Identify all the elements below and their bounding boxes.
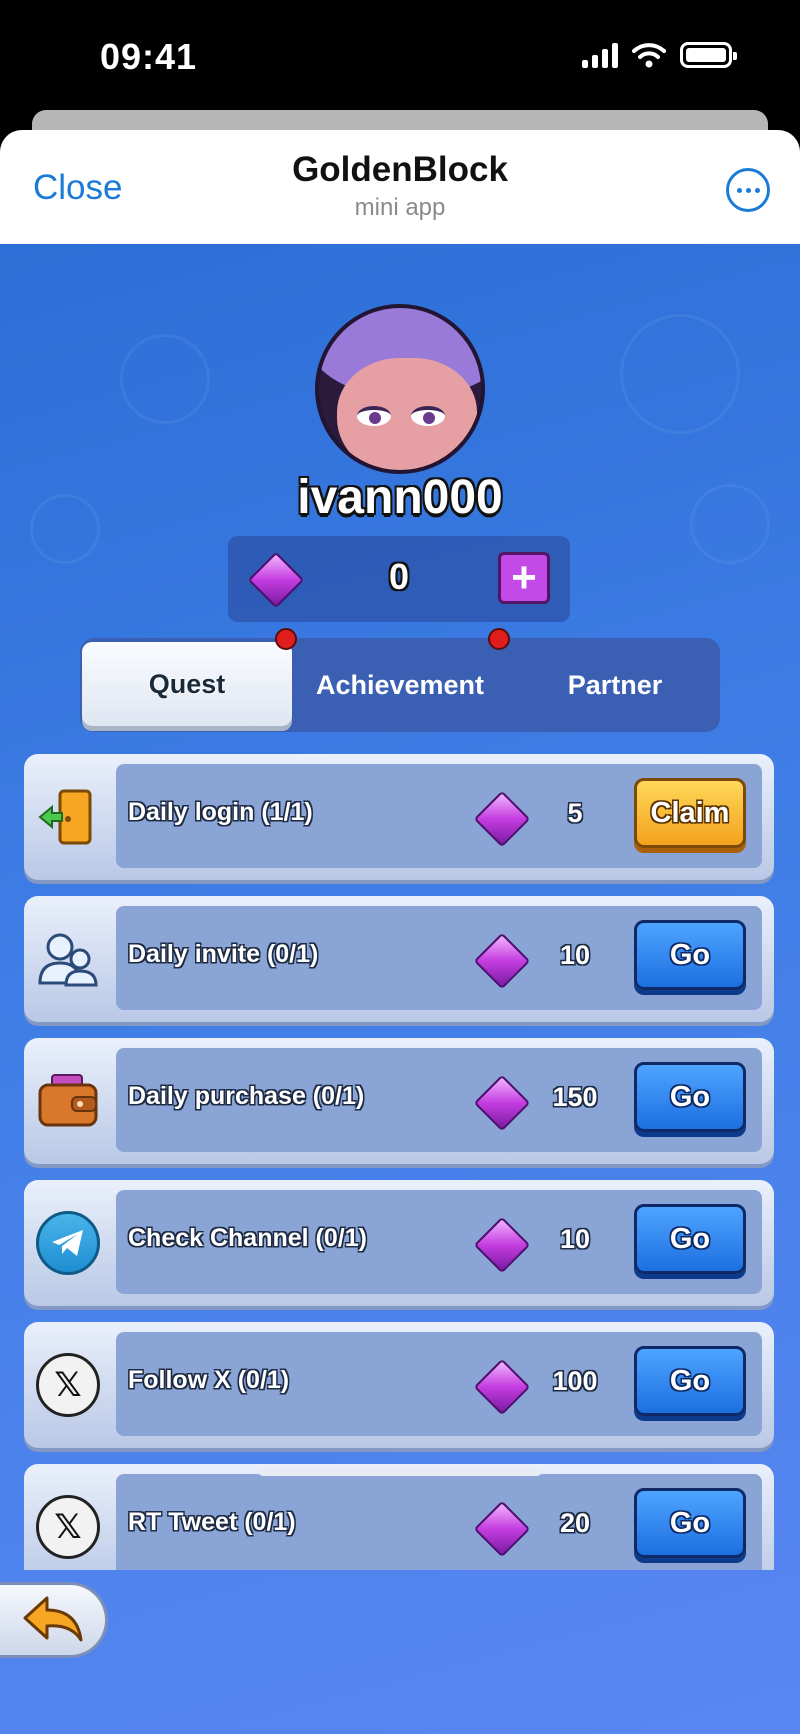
go-button[interactable]: Go: [634, 1062, 746, 1132]
quest-label: Check Channel (0/1): [128, 1224, 367, 1252]
achievement-notification-dot: [488, 628, 510, 650]
users-icon: [38, 933, 98, 987]
quest-reward: 150: [552, 1082, 598, 1112]
go-button[interactable]: Go: [634, 1204, 746, 1274]
background-doodle: [120, 334, 210, 424]
cellular-signal-icon: [582, 42, 618, 68]
quest-item-daily-purchase: Daily purchase (0/1) 150 Go: [24, 1038, 774, 1164]
app-title: GoldenBlock: [292, 150, 508, 189]
quest-label: Follow X (0/1): [128, 1366, 290, 1394]
quest-reward: 5: [567, 798, 583, 828]
status-icons: [582, 42, 737, 68]
gem-balance: 0 +: [228, 536, 570, 622]
gem-icon: [474, 1501, 526, 1553]
go-button[interactable]: Go: [634, 920, 746, 990]
quest-reward: 10: [559, 940, 591, 970]
background-doodle: [620, 314, 740, 434]
bottom-bar: [0, 1570, 800, 1734]
wallet-icon: [38, 1074, 98, 1127]
home-indicator[interactable]: [258, 1466, 542, 1476]
quest-item-check-channel: Check Channel (0/1) 10 Go: [24, 1180, 774, 1306]
gem-icon: [474, 1217, 526, 1269]
quest-reward: 10: [559, 1224, 591, 1254]
status-bar: 09:41: [0, 0, 800, 110]
status-time: 09:41: [100, 36, 198, 77]
tab-achievement[interactable]: Achievement: [290, 638, 510, 732]
tab-quest[interactable]: Quest: [82, 642, 292, 726]
add-gems-button[interactable]: +: [498, 552, 550, 604]
tab-partner[interactable]: Partner: [510, 638, 720, 732]
quest-item-daily-login: Daily login (1/1) 5 Claim: [24, 754, 774, 880]
quest-label: Daily purchase (0/1): [128, 1082, 365, 1110]
main-content: ivann000 0 + Quest Achievement Partner D…: [0, 244, 800, 1734]
tab-bar: Quest Achievement Partner: [80, 628, 720, 732]
quest-label: Daily login (1/1): [128, 798, 313, 826]
quest-notification-dot: [275, 628, 297, 650]
username: ivann000: [297, 471, 503, 524]
quest-list[interactable]: Daily login (1/1) 5 Claim Daily invite (…: [24, 754, 774, 1570]
telegram-icon: [36, 1211, 100, 1275]
x-logo-icon: 𝕏: [36, 1353, 100, 1417]
quest-label: RT Tweet (0/1): [128, 1508, 296, 1536]
title-block: GoldenBlock mini app: [0, 150, 800, 222]
more-options-icon[interactable]: [726, 168, 770, 212]
gem-icon: [474, 1359, 526, 1411]
quest-reward: 20: [559, 1508, 591, 1538]
back-button[interactable]: [0, 1582, 108, 1658]
quest-label: Daily invite (0/1): [128, 940, 319, 968]
battery-icon: [680, 42, 737, 68]
app-subtitle: mini app: [354, 194, 446, 221]
door-exit-icon: [38, 789, 92, 845]
go-button[interactable]: Go: [634, 1346, 746, 1416]
mini-app-header: Close GoldenBlock mini app: [0, 130, 800, 244]
gem-icon: [474, 933, 526, 985]
wifi-icon: [632, 43, 666, 68]
x-logo-icon: 𝕏: [36, 1495, 100, 1559]
quest-item-rt-tweet: 𝕏 RT Tweet (0/1) 20 Go: [24, 1464, 774, 1570]
quest-item-follow-x: 𝕏 Follow X (0/1) 100 Go: [24, 1322, 774, 1448]
quest-reward: 100: [552, 1366, 598, 1396]
quest-item-daily-invite: Daily invite (0/1) 10 Go: [24, 896, 774, 1022]
go-button[interactable]: Go: [634, 1488, 746, 1558]
claim-button[interactable]: Claim: [634, 778, 746, 848]
gem-icon: [474, 1075, 526, 1127]
avatar[interactable]: [315, 304, 485, 474]
gem-icon: [474, 791, 526, 843]
back-arrow-icon: [23, 1596, 82, 1642]
